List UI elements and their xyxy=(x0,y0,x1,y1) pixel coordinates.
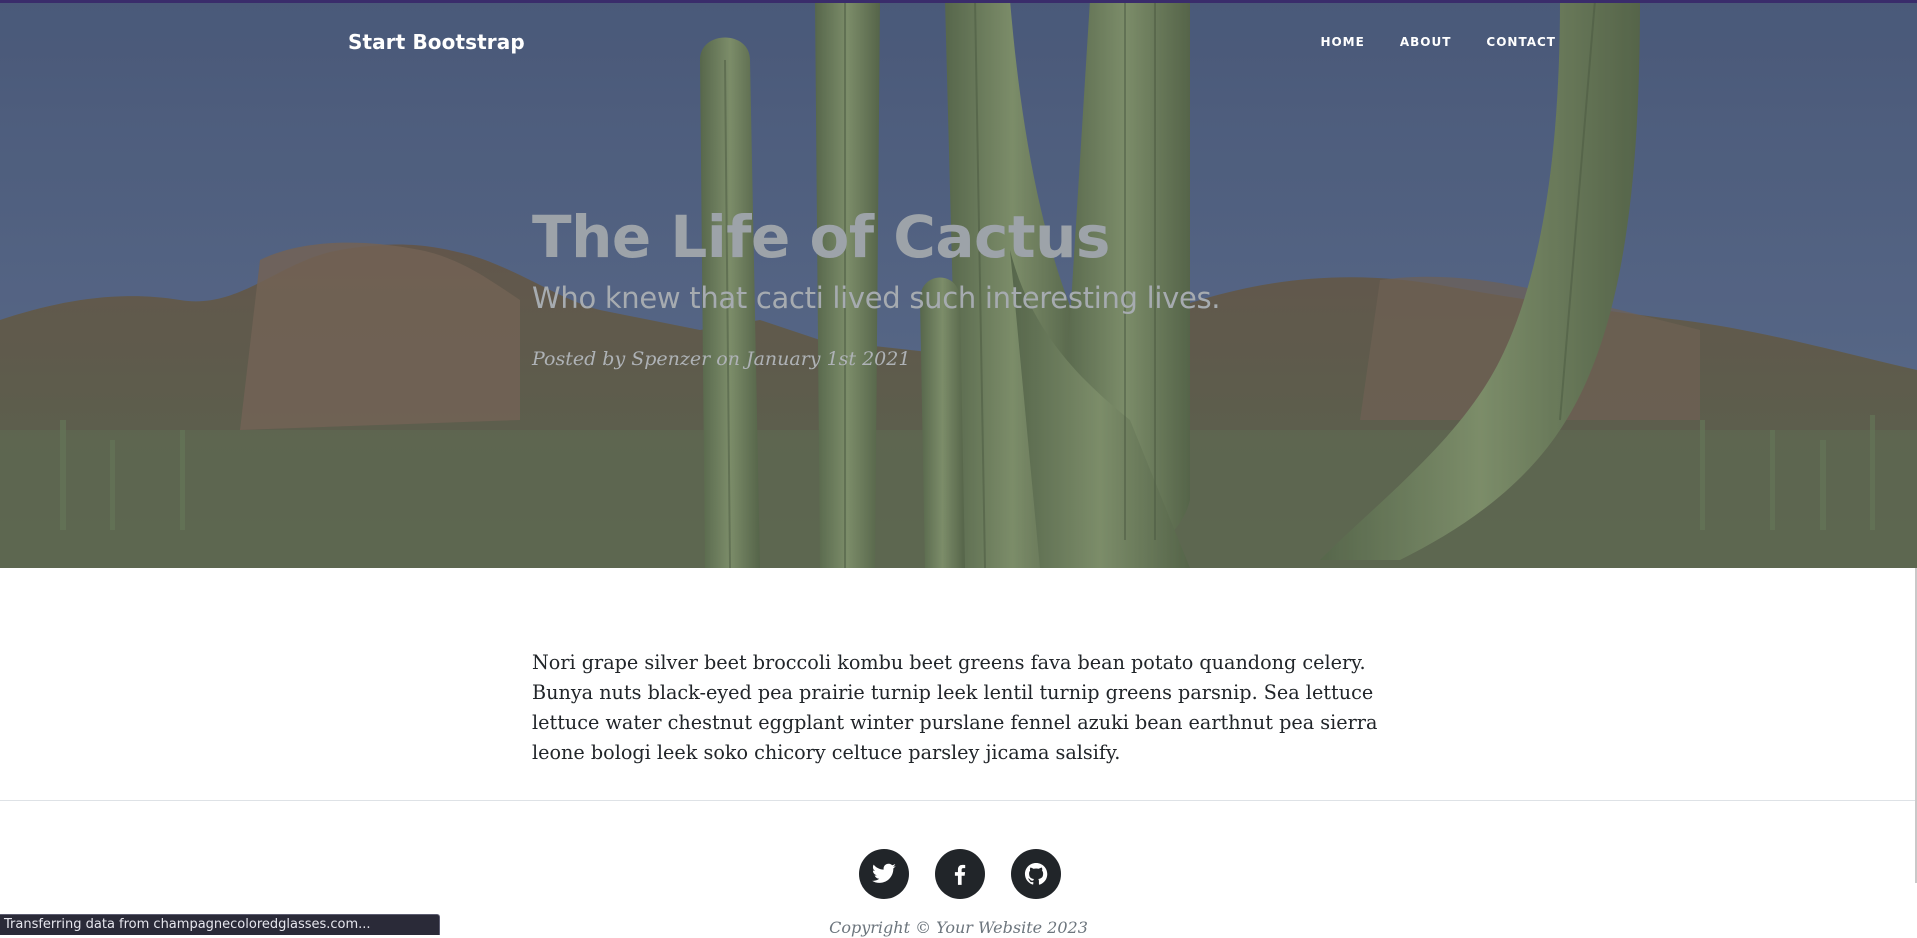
main-navbar: Start Bootstrap HOME ABOUT CONTACT xyxy=(0,0,1917,86)
github-icon xyxy=(1024,862,1048,885)
post-title: The Life of Cactus xyxy=(532,203,1110,271)
twitter-icon xyxy=(871,863,896,883)
brand-link[interactable]: Start Bootstrap xyxy=(348,30,525,54)
post-subtitle: Who knew that cacti lived such interesti… xyxy=(532,281,1221,315)
nav-home-link[interactable]: HOME xyxy=(1285,35,1364,49)
twitter-button[interactable] xyxy=(859,849,909,899)
nav-links: HOME ABOUT CONTACT xyxy=(1285,35,1556,49)
nav-contact-link[interactable]: CONTACT xyxy=(1451,35,1556,49)
github-button[interactable] xyxy=(1011,849,1061,899)
browser-status-bar: Transferring data from champagnecoloredg… xyxy=(0,914,440,935)
social-links xyxy=(859,849,1061,899)
facebook-button[interactable] xyxy=(935,849,985,899)
post-meta: Posted by Spenzer on January 1st 2021 xyxy=(532,348,911,370)
post-body: Nori grape silver beet broccoli kombu be… xyxy=(532,648,1392,768)
post-paragraph: Nori grape silver beet broccoli kombu be… xyxy=(532,651,1378,764)
nav-about-link[interactable]: ABOUT xyxy=(1365,35,1452,49)
footer-divider xyxy=(0,800,1917,801)
top-accent-bar xyxy=(0,0,1917,3)
masthead: Start Bootstrap HOME ABOUT CONTACT The L… xyxy=(0,0,1917,568)
status-text: Transferring data from champagnecoloredg… xyxy=(4,917,371,932)
post-heading: The Life of Cactus Who knew that cacti l… xyxy=(532,200,1392,372)
facebook-icon xyxy=(954,864,966,885)
